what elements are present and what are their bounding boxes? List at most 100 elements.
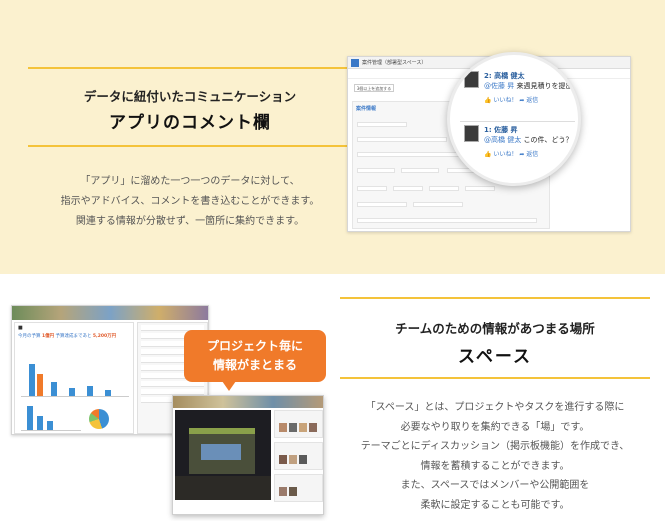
comment-actions: 👍 いいね！ ➦ 返信 <box>484 95 538 104</box>
avatar[interactable] <box>289 423 297 432</box>
heading-accent-line-top <box>28 67 348 69</box>
app-window-title: 案件管理（部署型スペース） <box>362 60 427 66</box>
booth-floor <box>175 476 271 500</box>
space-cover-image <box>173 396 323 408</box>
comment-text: @佐藤 昇 来週見積りを提出 <box>484 81 572 91</box>
reply-button[interactable]: 返信 <box>526 151 538 158</box>
comment-divider <box>460 121 575 122</box>
description-line: 「スペース」とは、プロジェクトやタスクを進行する際に <box>365 402 625 413</box>
comment-mention[interactable]: @高橋 健太 <box>484 136 521 144</box>
form-field[interactable] <box>413 202 463 207</box>
comment-section-description: 「アプリ」に溜めた一つ一つのデータに対して、 指示やアドバイス、コメントを書き込… <box>20 172 360 232</box>
comment-author-name[interactable]: 佐藤 昇 <box>494 126 517 134</box>
thumbs-up-icon[interactable]: 👍 <box>484 97 491 104</box>
avatar[interactable] <box>279 455 287 464</box>
reply-icon[interactable]: ➦ <box>519 151 524 158</box>
space-section-title: スペース <box>458 347 532 367</box>
booth-screen <box>201 444 241 460</box>
form-field[interactable] <box>357 218 537 223</box>
chart-bar <box>37 416 43 430</box>
comment-author[interactable]: 1: 佐藤 昇 <box>484 125 518 135</box>
description-line: 指示やアドバイス、コメントを書き込むことができます。 <box>60 196 320 207</box>
form-field[interactable] <box>429 186 459 191</box>
comment-section-subtitle: データに紐付いたコミュニケーション <box>83 89 297 104</box>
comment-mention[interactable]: @佐藤 昇 <box>484 82 514 90</box>
form-field[interactable] <box>357 186 387 191</box>
space-cover-image <box>12 306 208 320</box>
member-block <box>274 442 323 470</box>
chart-bar <box>69 388 75 396</box>
description-line: また、スペースではメンバーや公開範囲を <box>400 480 590 491</box>
member-block <box>274 410 323 438</box>
avatar[interactable] <box>309 423 317 432</box>
app-logo-icon <box>351 58 359 67</box>
chart-bar <box>47 421 53 430</box>
callout-tail <box>222 381 236 391</box>
budget-value: 1億円 <box>41 334 55 339</box>
budget-remaining: 5,200万円 <box>92 334 117 339</box>
description-line: テーマごとにディスカッション（掲示板機能）を作成でき、 <box>360 441 630 452</box>
chart-bar <box>37 374 43 396</box>
avatar[interactable] <box>289 487 297 496</box>
bar-chart <box>21 357 129 397</box>
comment-text: @高橋 健太 この件、どう？ <box>484 135 572 145</box>
avatar[interactable] <box>289 455 297 464</box>
comment-body: 来週見積りを提出 <box>516 82 573 90</box>
comment-actions: 👍 いいね！ ➦ 返信 <box>484 149 538 158</box>
description-line: 必要なやり取りを集約できる「場」です。 <box>400 421 590 433</box>
heading-accent-line-bottom <box>28 145 348 147</box>
space-heading-line-bottom <box>340 377 650 379</box>
comment-index: 2: <box>484 72 492 80</box>
chart-bar <box>105 390 111 396</box>
space-project-screenshot <box>172 395 324 515</box>
space-members-panel <box>274 410 323 514</box>
avatar[interactable] <box>299 455 307 464</box>
form-field[interactable] <box>465 186 495 191</box>
avatar[interactable] <box>279 423 287 432</box>
form-field[interactable] <box>357 202 407 207</box>
comment-index: 1: <box>484 126 492 134</box>
description-line: 柔軟に設定することも可能です。 <box>420 499 570 511</box>
comment-feature-panel: データに紐付いたコミュニケーション アプリのコメント欄 「アプリ」に溜めた一つ一… <box>0 0 665 274</box>
reply-button[interactable]: 返信 <box>526 97 538 104</box>
like-button[interactable]: いいね！ <box>493 97 517 104</box>
comment-author[interactable]: 2: 高橋 健太 <box>484 71 525 81</box>
app-add-button[interactable]: 3個以上を追加する <box>354 84 394 92</box>
reply-icon[interactable]: ➦ <box>519 97 524 104</box>
chart-bar <box>27 406 33 430</box>
member-block <box>274 474 323 502</box>
chart-bar <box>29 364 35 396</box>
like-button[interactable]: いいね！ <box>493 151 517 158</box>
form-field[interactable] <box>357 168 395 173</box>
budget-target: 今月の予算 1億円 予算達成まであと 5,200万円 <box>15 333 133 339</box>
comment-body: この件、どう？ <box>523 136 573 144</box>
description-line: 関連する情報が分散せず、一箇所に集約できます。 <box>75 216 305 227</box>
callout-bubble: プロジェクト毎に 情報がまとまる <box>184 330 326 382</box>
avatar <box>464 125 479 142</box>
avatar[interactable] <box>299 423 307 432</box>
budget-label: 今月の予算 <box>18 334 41 339</box>
form-field[interactable] <box>393 186 423 191</box>
budget-widget: ■ 今月の予算 1億円 予算達成まであと 5,200万円 <box>14 322 134 434</box>
budget-detail: 予算達成まであと <box>55 334 92 339</box>
space-section-subtitle: チームのための情報があつまる場所 <box>395 321 595 336</box>
form-field[interactable] <box>401 168 439 173</box>
avatar[interactable] <box>279 487 287 496</box>
callout-line: 情報がまとまる <box>212 358 297 372</box>
widget-title: ■ <box>18 325 23 331</box>
form-field[interactable] <box>357 137 447 142</box>
space-heading-line-top <box>340 297 650 299</box>
description-line: 「アプリ」に溜めた一つ一つのデータに対して、 <box>80 176 300 187</box>
comment-author-name[interactable]: 高橋 健太 <box>494 72 524 80</box>
thumbs-up-icon[interactable]: 👍 <box>484 151 491 158</box>
callout-line: プロジェクト毎に <box>206 339 303 353</box>
space-section-description: 「スペース」とは、プロジェクトやタスクを進行する際に 必要なやり取りを集約できる… <box>330 398 660 515</box>
comment-section-title: アプリのコメント欄 <box>109 113 271 133</box>
avatar <box>464 71 479 88</box>
bar-chart <box>21 403 81 431</box>
pie-chart <box>89 409 109 429</box>
comment-magnifier: 2: 高橋 健太 @佐藤 昇 来週見積りを提出 👍 いいね！ ➦ 返信 1: 佐… <box>447 52 581 186</box>
chart-bar <box>51 382 57 396</box>
form-field[interactable] <box>357 122 407 127</box>
description-line: 情報を蓄積することができます。 <box>420 460 570 472</box>
